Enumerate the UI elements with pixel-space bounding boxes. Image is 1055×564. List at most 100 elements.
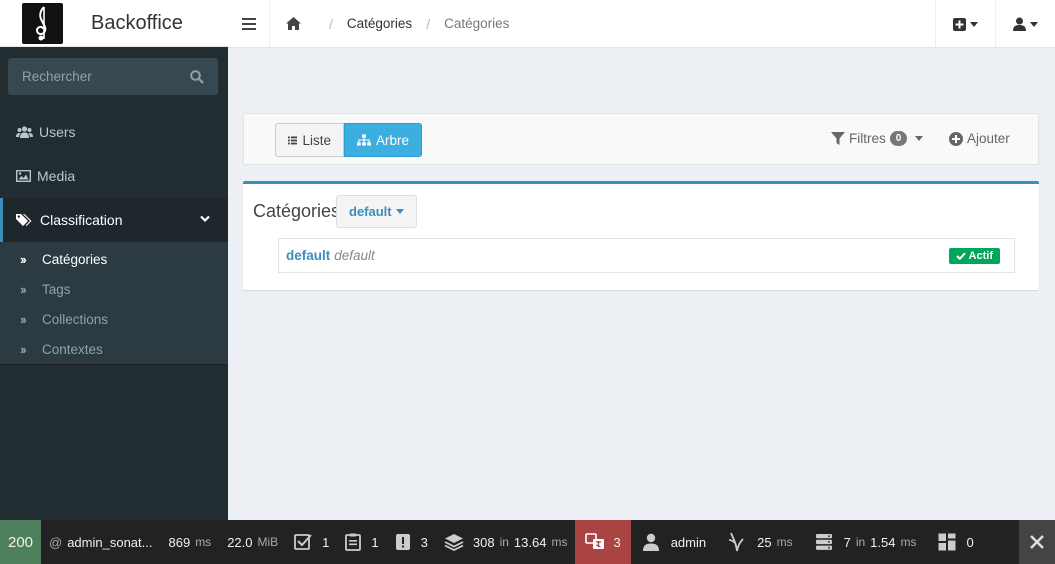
debug-route[interactable]: @ admin_sonat... <box>41 520 160 564</box>
memory-unit: MiB <box>257 535 279 549</box>
sidebar-subitem-label: Catégories <box>42 251 108 267</box>
debug-validator[interactable]: 1 <box>337 520 386 564</box>
user-menu-button[interactable] <box>995 0 1055 48</box>
sidebar-item-media[interactable]: Media <box>0 154 228 198</box>
sidebar-subitem-collections[interactable]: ›› Collections <box>0 304 228 334</box>
doctrine-queries-count: 308 <box>472 534 495 550</box>
sitemap-icon <box>357 134 371 146</box>
person-icon <box>642 533 659 551</box>
plus-circle-icon <box>949 131 963 146</box>
layers-icon <box>444 534 464 551</box>
debug-cache[interactable]: 7 in 1.54 ms <box>801 520 925 564</box>
filters-count-badge: 0 <box>889 131 908 146</box>
sidebar-subitem-tags[interactable]: ›› Tags <box>0 274 228 304</box>
debug-user[interactable]: admin <box>631 520 714 564</box>
route-name: admin_sonat... <box>67 534 153 550</box>
brand[interactable]: Backoffice <box>0 0 228 47</box>
twig-time-unit: ms <box>776 535 793 549</box>
treble-clef-logo-icon <box>22 2 63 44</box>
debug-blocks[interactable]: 0 <box>924 520 981 564</box>
filters-dropdown[interactable]: Filtres 0 <box>831 131 924 146</box>
categories-tree-box: Catégories default default default Actif <box>243 181 1039 290</box>
tree-node-link[interactable]: default <box>286 248 330 263</box>
cache-in-label: in <box>855 535 866 549</box>
blocks-count: 0 <box>966 534 974 550</box>
classification-submenu: ›› Catégories ›› Tags ›› Collections ›› … <box>0 242 228 365</box>
debug-memory[interactable]: 22.0 MiB <box>219 520 286 564</box>
home-icon[interactable] <box>285 16 315 31</box>
exclamation-book-icon <box>395 534 410 550</box>
add-button[interactable]: Ajouter <box>949 131 1010 146</box>
list-view-button[interactable]: Liste <box>275 123 344 157</box>
checkbox-icon <box>294 534 312 550</box>
close-debug-toolbar-button[interactable] <box>1019 520 1055 564</box>
caret-down-icon <box>970 21 978 27</box>
double-chevron-right-icon: ›› <box>20 281 27 297</box>
cache-calls-count: 7 <box>843 534 851 550</box>
double-chevron-right-icon: ›› <box>20 311 27 327</box>
sidebar-item-users[interactable]: Users <box>0 110 228 154</box>
doctrine-in-label: in <box>499 535 509 549</box>
tree-node: default default Actif <box>278 238 1015 273</box>
debug-logs[interactable]: 3 <box>387 520 436 564</box>
breadcrumb-categories-link[interactable]: Catégories <box>347 16 412 31</box>
sidebar-subitem-contexts[interactable]: ›› Contextes <box>0 334 228 364</box>
breadcrumb: / Catégories / Catégories <box>270 0 509 48</box>
sidebar-item-label: Media <box>37 168 76 184</box>
logs-count: 3 <box>420 534 428 550</box>
sidebar-toggle-button[interactable] <box>228 0 270 48</box>
tags-icon <box>16 214 32 226</box>
search-input[interactable] <box>22 69 172 84</box>
debug-twig[interactable]: 25 ms <box>714 520 800 564</box>
double-chevron-right-icon: ›› <box>20 251 27 267</box>
translations-count: 3 <box>613 534 621 550</box>
twig-icon <box>729 532 744 552</box>
doctrine-time-value: 13.64 <box>513 534 547 550</box>
filter-icon <box>831 131 845 145</box>
tree-view-button[interactable]: Arbre <box>344 123 422 157</box>
at-symbol: @ <box>49 534 63 550</box>
breadcrumb-current: Catégories <box>444 16 510 31</box>
time-unit: ms <box>195 535 212 549</box>
sidebar-item-label: Classification <box>40 212 123 228</box>
filters-label: Filtres <box>849 131 886 146</box>
user-name: admin <box>670 534 707 550</box>
forms-count: 1 <box>322 534 330 550</box>
debug-time[interactable]: 869 ms <box>160 520 219 564</box>
debug-doctrine[interactable]: 308 in 13.64 ms <box>436 520 576 564</box>
add-menu-button[interactable] <box>935 0 995 48</box>
tree-node-context: default <box>334 248 375 263</box>
memory-value: 22.0 <box>227 534 253 550</box>
cache-time-unit: ms <box>900 535 917 549</box>
box-title: Catégories <box>253 201 341 221</box>
cache-time-value: 1.54 <box>870 534 896 550</box>
sidebar-subitem-label: Contextes <box>42 341 103 357</box>
chevron-down-icon <box>200 215 210 223</box>
twig-time-value: 25 <box>757 534 772 550</box>
breadcrumb-separator: / <box>329 15 333 32</box>
plus-square-icon <box>953 17 966 31</box>
status-label: Actif <box>968 250 993 262</box>
debug-forms[interactable]: 1 <box>286 520 337 564</box>
sidebar-search <box>8 58 218 95</box>
user-icon <box>1013 17 1026 31</box>
add-label: Ajouter <box>967 131 1010 146</box>
image-icon <box>16 170 31 182</box>
sidebar-subitem-categories[interactable]: ›› Catégories <box>0 244 228 274</box>
debug-status-code[interactable]: 200 <box>0 520 41 564</box>
context-select-value: default <box>349 204 392 219</box>
status-code-value: 200 <box>7 533 34 551</box>
context-select-button[interactable]: default <box>336 195 417 228</box>
list-icon <box>288 135 298 144</box>
debug-translations[interactable]: 3 <box>575 520 631 564</box>
server-icon <box>815 534 832 550</box>
caret-down-icon <box>395 209 404 214</box>
status-badge: Actif <box>948 248 1000 264</box>
sidebar-item-classification[interactable]: Classification <box>0 198 228 242</box>
double-chevron-right-icon: ›› <box>20 341 27 357</box>
time-value: 869 <box>168 534 191 550</box>
breadcrumb-separator: / <box>426 15 431 32</box>
app-title: Backoffice <box>91 11 183 34</box>
validator-count: 1 <box>371 534 379 550</box>
search-icon[interactable] <box>190 69 204 84</box>
